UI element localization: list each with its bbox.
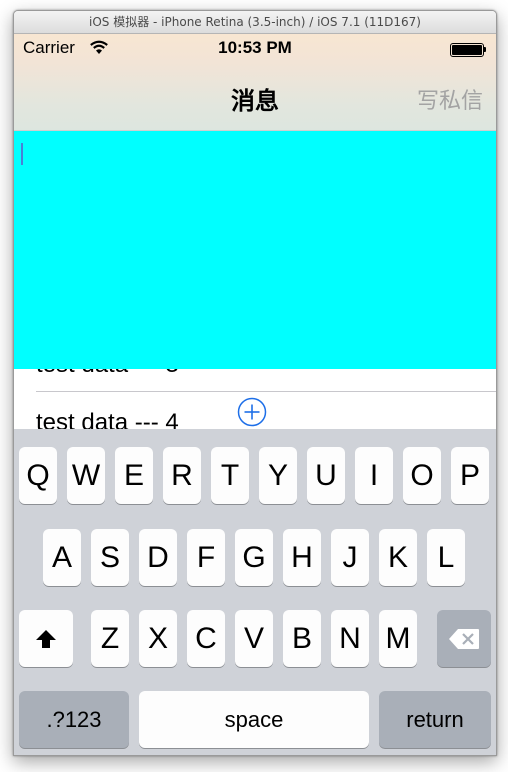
key-q[interactable]: Q: [19, 447, 57, 504]
navigation-area: Carrier 10:53 PM 消息 写私信: [14, 34, 496, 131]
key-e[interactable]: E: [115, 447, 153, 504]
return-key[interactable]: return: [379, 691, 491, 748]
key-g[interactable]: G: [235, 529, 273, 586]
key-m[interactable]: M: [379, 610, 417, 667]
key-l[interactable]: L: [427, 529, 465, 586]
delete-icon: [449, 628, 479, 649]
key-j[interactable]: J: [331, 529, 369, 586]
message-table[interactable]: test data --- 3 test data --- 4: [14, 369, 496, 429]
table-row-label[interactable]: test data --- 4: [36, 409, 179, 429]
key-k[interactable]: K: [379, 529, 417, 586]
simulator-window: iOS 模拟器 - iPhone Retina (3.5-inch) / iOS…: [13, 10, 497, 756]
keyboard: Q W E R T Y U I O P A S D F G H J K L Z: [14, 429, 496, 755]
key-s[interactable]: S: [91, 529, 129, 586]
shift-icon: [36, 629, 56, 648]
message-text-view[interactable]: [14, 131, 496, 369]
key-y[interactable]: Y: [259, 447, 297, 504]
shift-key[interactable]: [19, 610, 73, 667]
key-f[interactable]: F: [187, 529, 225, 586]
key-d[interactable]: D: [139, 529, 177, 586]
key-o[interactable]: O: [403, 447, 441, 504]
key-w[interactable]: W: [67, 447, 105, 504]
key-v[interactable]: V: [235, 610, 273, 667]
key-z[interactable]: Z: [91, 610, 129, 667]
battery-tip: [483, 47, 486, 52]
row-separator: [36, 391, 496, 392]
key-u[interactable]: U: [307, 447, 345, 504]
key-x[interactable]: X: [139, 610, 177, 667]
battery-icon: [450, 43, 484, 57]
key-p[interactable]: P: [451, 447, 489, 504]
plus-circle-icon[interactable]: [237, 397, 267, 427]
window-title: iOS 模拟器 - iPhone Retina (3.5-inch) / iOS…: [14, 11, 496, 34]
iphone-screen: Carrier 10:53 PM 消息 写私信 test data --- 3 …: [14, 34, 496, 755]
numbers-key[interactable]: .?123: [19, 691, 129, 748]
previous-row-fragment: test data --- 3: [36, 369, 179, 379]
space-key[interactable]: space: [139, 691, 369, 748]
delete-key[interactable]: [437, 610, 491, 667]
key-c[interactable]: C: [187, 610, 225, 667]
text-caret: [21, 143, 23, 165]
key-h[interactable]: H: [283, 529, 321, 586]
key-i[interactable]: I: [355, 447, 393, 504]
key-r[interactable]: R: [163, 447, 201, 504]
write-message-button[interactable]: 写私信: [417, 83, 483, 115]
key-t[interactable]: T: [211, 447, 249, 504]
key-a[interactable]: A: [43, 529, 81, 586]
key-n[interactable]: N: [331, 610, 369, 667]
status-time: 10:53 PM: [218, 38, 292, 57]
key-b[interactable]: B: [283, 610, 321, 667]
